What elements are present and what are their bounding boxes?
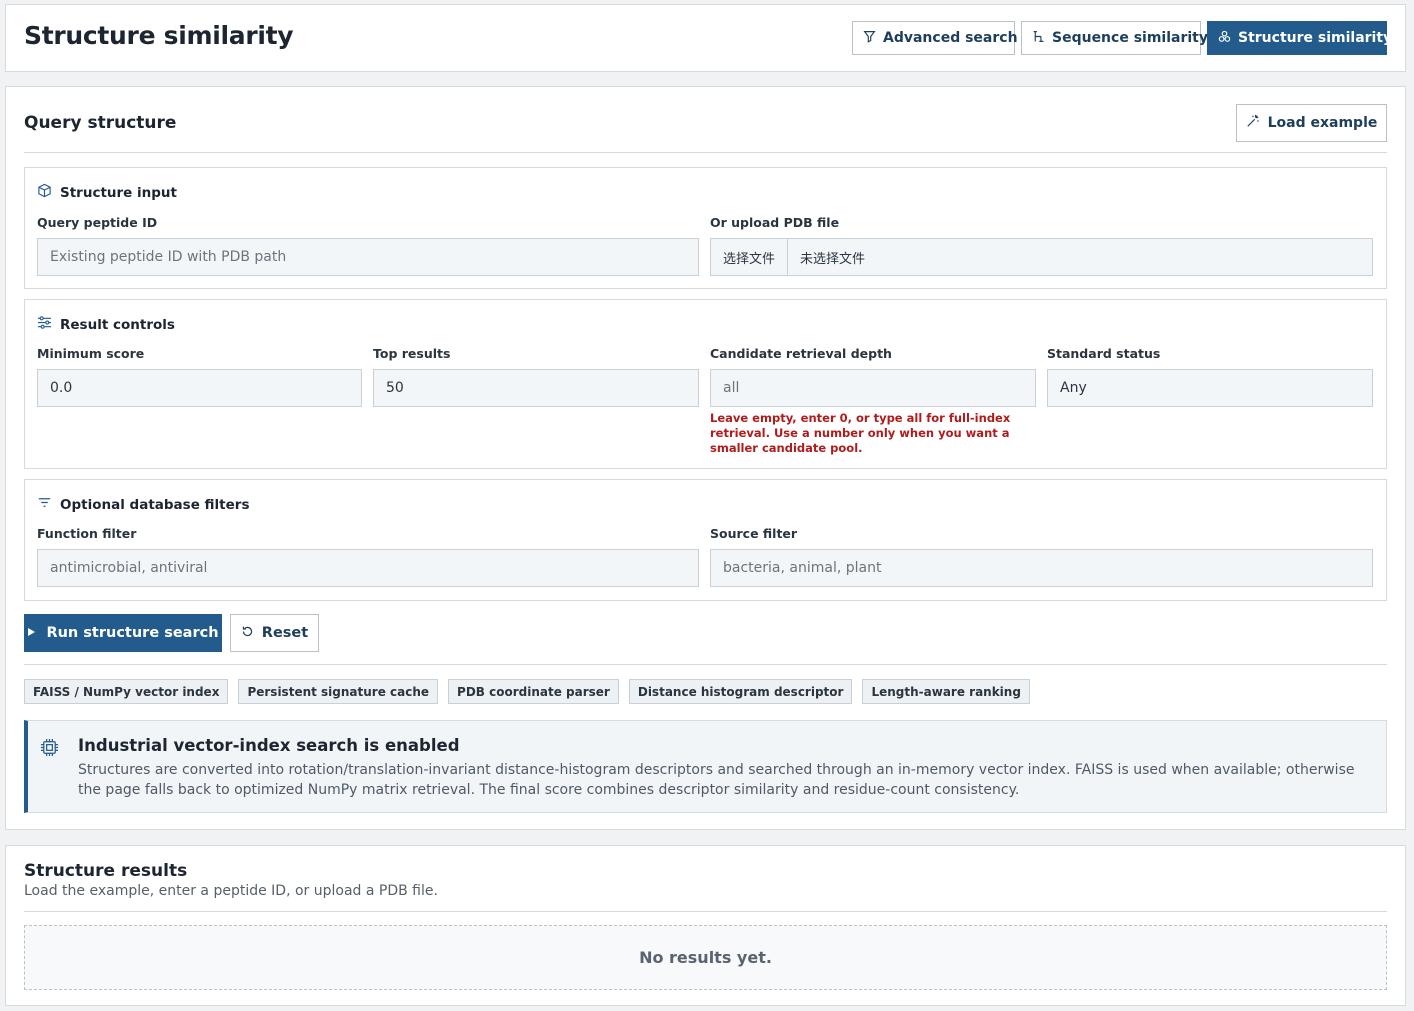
query-card: Query structure Load example Structure i… — [5, 86, 1406, 830]
result-controls-panel: Result controls Minimum score 0.0 Top re… — [24, 299, 1387, 469]
structure-input-heading: Structure input — [37, 183, 177, 202]
peptide-id-label: Query peptide ID — [37, 215, 158, 230]
reset-label: Reset — [261, 625, 309, 641]
divider — [24, 664, 1387, 665]
choose-file-button[interactable]: 选择文件 — [711, 239, 789, 275]
tag-faiss: FAISS / NumPy vector index — [24, 679, 229, 704]
filters-panel: Optional database filters Function filte… — [24, 479, 1387, 601]
depth-hint: Leave empty, enter 0, or type all for fu… — [710, 411, 1011, 455]
info-text: Structures are converted into rotation/t… — [78, 762, 1355, 798]
page-header: Structure similarity Advanced search Seq… — [5, 4, 1406, 72]
sliders-icon — [37, 315, 52, 334]
advanced-search-button[interactable]: Advanced search — [852, 21, 1018, 55]
run-structure-search-button[interactable]: Run structure search — [24, 614, 222, 652]
tag-ranking: Length-aware ranking — [862, 679, 1030, 704]
tag-descriptor: Distance histogram descriptor — [628, 679, 853, 704]
results-subtitle: Load the example, enter a peptide ID, or… — [24, 883, 438, 899]
advanced-search-label: Advanced search — [883, 30, 1018, 46]
structure-similarity-button[interactable]: Structure similarity — [1207, 21, 1392, 55]
feature-tags: FAISS / NumPy vector index Persistent si… — [24, 679, 1030, 704]
pdb-file-input[interactable]: 选择文件 未选择文件 — [710, 238, 1373, 276]
function-filter-label: Function filter — [37, 526, 137, 541]
empty-results: No results yet. — [24, 925, 1387, 990]
structure-input-heading-text: Structure input — [60, 184, 177, 201]
results-card: Structure results Load the example, ente… — [5, 845, 1406, 1006]
top-results-label: Top results — [373, 346, 451, 361]
structure-similarity-label: Structure similarity — [1238, 30, 1393, 46]
min-score-label: Minimum score — [37, 346, 145, 361]
play-icon — [27, 625, 36, 641]
tag-parser: PDB coordinate parser — [448, 679, 619, 704]
min-score-input[interactable]: 0.0 — [37, 369, 362, 407]
run-label: Run structure search — [46, 625, 219, 641]
depth-input[interactable]: all — [710, 369, 1036, 407]
load-example-button[interactable]: Load example — [1236, 104, 1387, 142]
align-icon — [1032, 30, 1045, 47]
filter-icon — [863, 30, 876, 47]
results-title: Structure results — [24, 861, 188, 881]
sequence-similarity-button[interactable]: Sequence similarity — [1021, 21, 1208, 55]
cube-icon — [37, 183, 52, 202]
reset-button[interactable]: Reset — [230, 614, 319, 652]
divider — [24, 911, 1387, 912]
function-filter-input[interactable]: antimicrobial, antiviral — [37, 549, 699, 587]
sequence-similarity-label: Sequence similarity — [1052, 30, 1208, 46]
filters-heading-text: Optional database filters — [60, 496, 250, 513]
file-name-text: 未选择文件 — [800, 251, 866, 267]
reset-icon — [241, 625, 254, 642]
depth-label: Candidate retrieval depth — [710, 346, 892, 361]
result-controls-heading: Result controls — [37, 315, 175, 334]
source-filter-input[interactable]: bacteria, animal, plant — [710, 549, 1373, 587]
result-controls-heading-text: Result controls — [60, 316, 175, 333]
magic-wand-icon — [1246, 114, 1260, 132]
tag-cache: Persistent signature cache — [238, 679, 439, 704]
load-example-label: Load example — [1267, 115, 1378, 131]
source-filter-label: Source filter — [710, 526, 798, 541]
standard-status-label: Standard status — [1047, 346, 1161, 361]
divider — [24, 152, 1387, 153]
query-title: Query structure — [24, 113, 177, 133]
structure-input-panel: Structure input Query peptide ID Existin… — [24, 167, 1387, 289]
info-callout: Industrial vector-index search is enable… — [24, 720, 1387, 813]
filter-lines-icon — [37, 495, 52, 514]
standard-status-select[interactable]: Any — [1047, 369, 1373, 407]
molecule-icon — [1218, 30, 1231, 47]
upload-pdb-label: Or upload PDB file — [710, 215, 840, 230]
peptide-id-input[interactable]: Existing peptide ID with PDB path — [37, 238, 699, 276]
filters-heading: Optional database filters — [37, 495, 249, 514]
info-title: Industrial vector-index search is enable… — [78, 736, 460, 755]
top-results-input[interactable]: 50 — [373, 369, 699, 407]
page-title: Structure similarity — [24, 21, 294, 50]
